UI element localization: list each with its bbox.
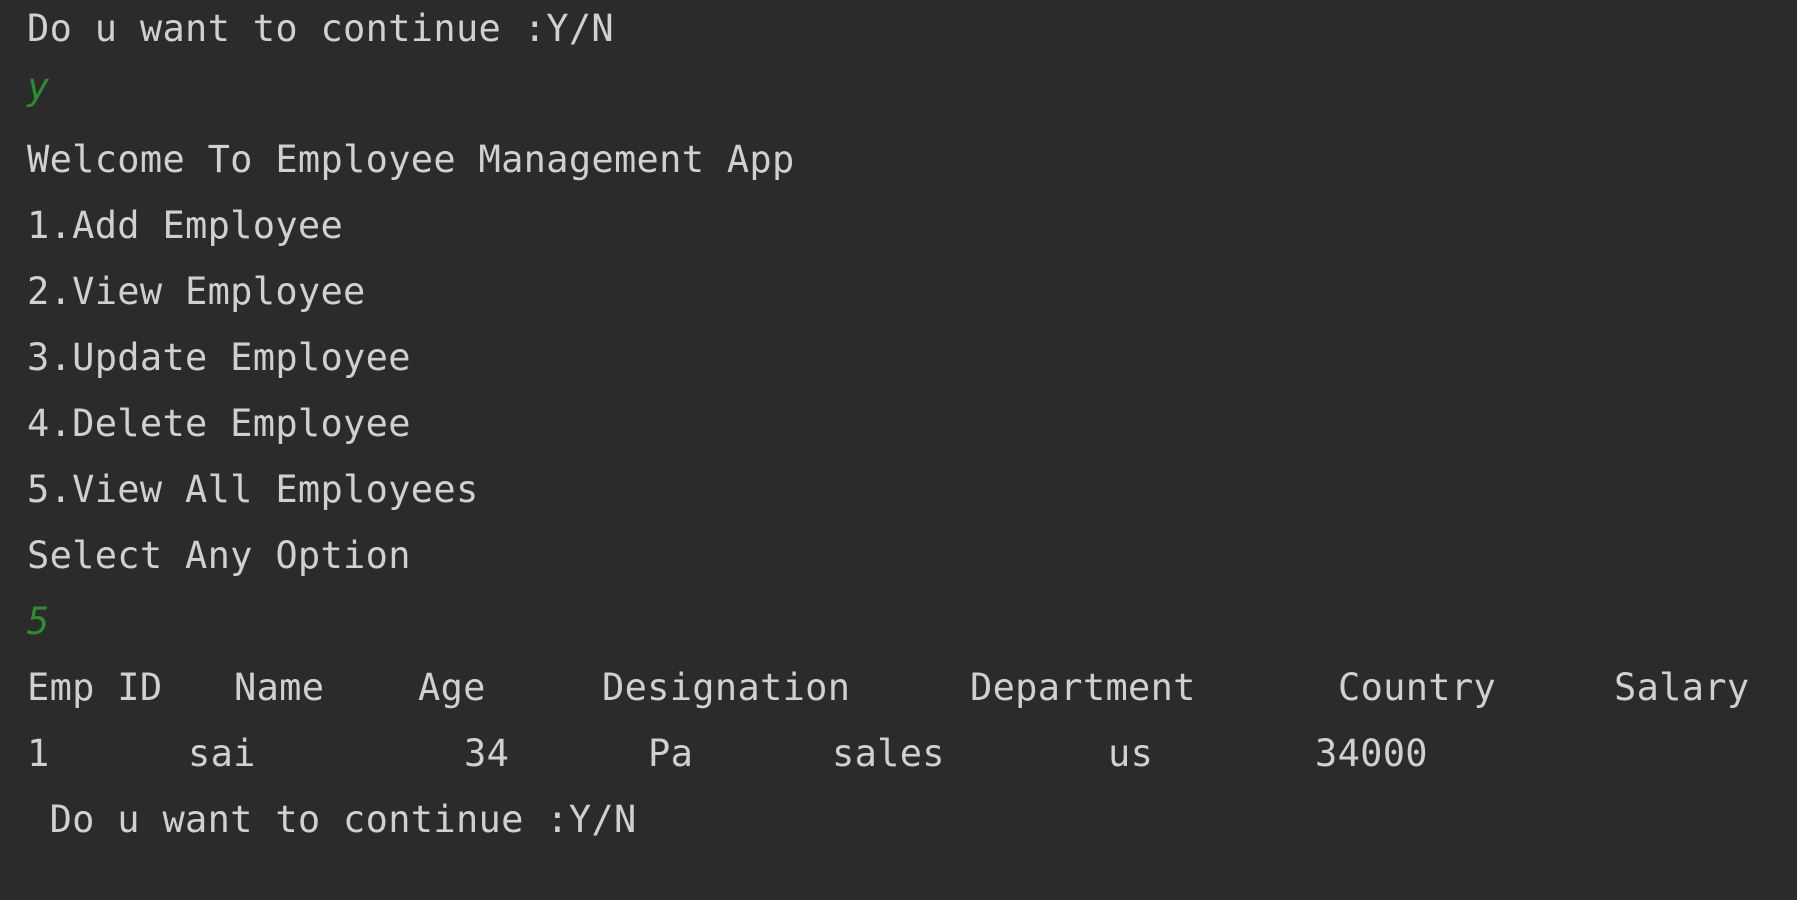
header-designation: Designation — [602, 666, 851, 709]
menu-item-delete-employee: 4.Delete Employee — [27, 402, 411, 445]
cell-salary: 34000 — [1315, 732, 1428, 775]
continue-prompt: Do u want to continue :Y/N — [27, 7, 614, 50]
header-name: Name — [234, 666, 325, 709]
header-country: Country — [1338, 666, 1497, 709]
table-header-row: Emp ID Name Age Designation Department C… — [27, 655, 1787, 721]
console-output: Do u want to continue :Y/N y Welcome To … — [0, 0, 1797, 900]
continue-prompt-second: Do u want to continue :Y/N — [27, 798, 637, 841]
cell-age: 34 — [464, 732, 510, 775]
welcome-message: Welcome To Employee Management App — [27, 138, 795, 181]
menu-item-view-all-employees: 5.View All Employees — [27, 468, 479, 511]
cell-country: us — [1108, 732, 1154, 775]
header-age: Age — [418, 666, 486, 709]
menu-item-add-employee: 1.Add Employee — [27, 204, 344, 247]
cell-emp-id: 1 — [27, 732, 50, 775]
select-option-prompt: Select Any Option — [27, 534, 411, 577]
header-department: Department — [970, 666, 1196, 709]
header-emp-id: Emp ID — [27, 666, 163, 709]
user-input-continue: y — [27, 65, 50, 108]
cell-department: sales — [832, 732, 945, 775]
cell-designation: Pa — [648, 732, 694, 775]
menu-item-update-employee: 3.Update Employee — [27, 336, 411, 379]
cell-name: sai — [188, 732, 256, 775]
table-row: 1 sai 34 Pa sales us 34000 — [27, 721, 1787, 787]
header-salary: Salary — [1614, 666, 1750, 709]
menu-item-view-employee: 2.View Employee — [27, 270, 366, 313]
user-input-option: 5 — [27, 600, 50, 643]
